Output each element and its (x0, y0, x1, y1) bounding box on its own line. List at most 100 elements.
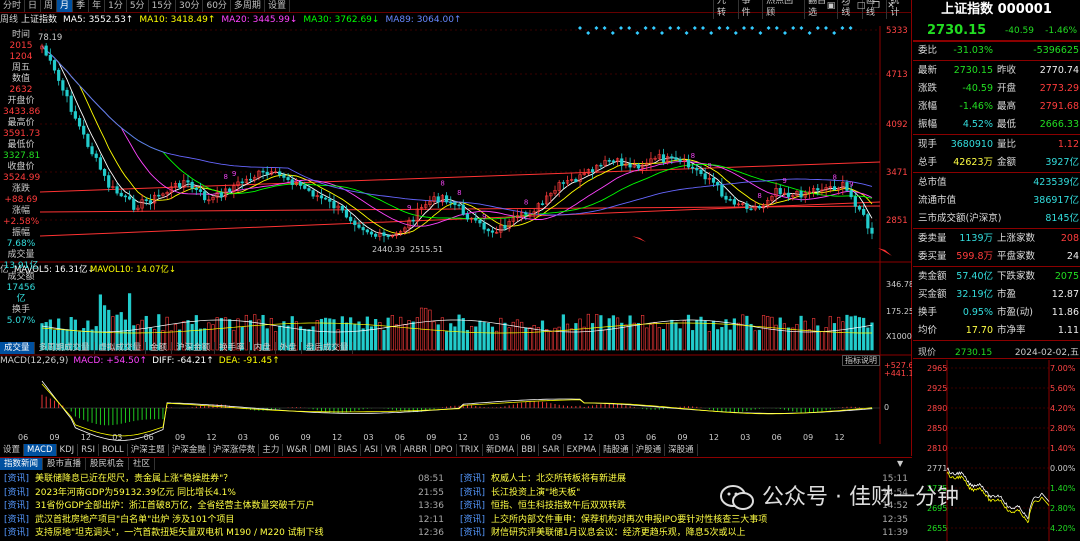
volume-bar (657, 327, 661, 351)
bottom-tab-6[interactable]: 沪深金融 (169, 444, 210, 456)
mini-pct-tick: 1.40% (1050, 444, 1076, 453)
period-tab-3[interactable]: 月 (57, 0, 74, 12)
volume-bar (357, 321, 361, 351)
period-tab-5[interactable]: 年 (89, 0, 106, 12)
indicator-tab-1[interactable]: 多周期成交量 (35, 342, 95, 354)
quote-value-2: 3927亿 (1045, 157, 1079, 168)
period-tab-11[interactable]: 多周期 (231, 0, 265, 12)
bottom-tab-1[interactable]: MACD (24, 444, 57, 456)
bottom-tab-2[interactable]: KDJ (57, 444, 79, 456)
news-tab-0[interactable]: 指数新闻 (0, 458, 44, 470)
candle-body (361, 227, 365, 231)
bottom-tab-7[interactable]: 沪深涨停数 (210, 444, 260, 456)
collapse-icon[interactable]: ▼ (897, 459, 907, 469)
news-item[interactable]: [资讯] 2023年河南GDP为59132.39亿元 同比增长4.1% 21:55 (4, 487, 444, 499)
bottom-tab-23[interactable]: 深股通 (665, 444, 698, 456)
indicator-tab-0[interactable]: 成交量 (0, 342, 35, 354)
bottom-tab-0[interactable]: 设置 (0, 444, 25, 456)
bottom-tab-11[interactable]: BIAS (335, 444, 362, 456)
indicator-tab-3[interactable]: 金额 (146, 342, 173, 354)
period-tab-9[interactable]: 30分 (176, 0, 204, 12)
menu-icon[interactable]: ▣ (825, 1, 837, 12)
bottom-tab-19[interactable]: SAR (539, 444, 564, 456)
close-icon[interactable]: ✕ (885, 1, 897, 12)
info-label: 成交额 (7, 272, 35, 282)
period-tab-10[interactable]: 60分 (203, 0, 231, 12)
bottom-tab-20[interactable]: EXPMA (564, 444, 601, 456)
news-tab-1[interactable]: 股市直播 (43, 458, 87, 470)
indicator-tab-2[interactable]: 虚拟成交量 (95, 342, 147, 354)
info-value: 3524.99 (3, 173, 41, 183)
news-item[interactable]: [资讯] 美联储降息已近在咫尺，贵金属上涨"稳操胜券"？ 08:51 (4, 473, 444, 485)
candlestick-chart[interactable]: 5333 4713 4092 3471 2851 78.19 2440.39 2515.… (0, 26, 912, 444)
indicator-tab-6[interactable]: 内盘 (250, 342, 276, 354)
volume-bar (736, 322, 741, 351)
indicator-tab-7[interactable]: 外盘 (276, 342, 302, 354)
candle-body (453, 202, 457, 206)
volume-bar (432, 321, 436, 351)
news-item[interactable]: [资讯] 武汉首批房地产项目"白名单"出炉 涉及101个项目 12:11 (4, 514, 444, 526)
period-tab-2[interactable]: 周 (41, 0, 58, 12)
news-item[interactable]: [资讯] 31省份GDP全部出炉：浙江首破8万亿，全省经营主体数量突破千万户 13:… (4, 500, 444, 512)
quote-row: 卖金额 57.40亿 下跌家数 2075 (913, 268, 1080, 286)
signal-dot (717, 26, 722, 30)
news-item[interactable]: [资讯] 财信研究评美联储1月议息会议：经济更趋乐观，降息5次或以上 11:39 (460, 527, 908, 539)
news-tab-3[interactable]: 社区 (129, 458, 156, 470)
minimize-icon[interactable]: ─ (840, 1, 852, 12)
bottom-tab-8[interactable]: 主力 (259, 444, 284, 456)
news-time: 12:11 (418, 514, 444, 525)
volume-bar (444, 331, 449, 351)
volume-bar (749, 323, 753, 351)
bottom-tab-18[interactable]: BBI (518, 444, 540, 456)
time-tick: 03 (363, 433, 373, 442)
quote-label-2: 市净率 (997, 325, 1026, 336)
period-tab-7[interactable]: 5分 (127, 0, 149, 12)
period-tab-8[interactable]: 15分 (149, 0, 177, 12)
maximize-icon[interactable]: □ (855, 1, 867, 12)
bottom-tab-9[interactable]: W&R (283, 444, 312, 456)
volume-bar (582, 326, 586, 351)
tool-2[interactable]: 热点回顾 (762, 0, 804, 19)
period-tab-0[interactable]: 分时 (0, 0, 26, 12)
tool-1[interactable]: 事件 (737, 0, 763, 19)
news-tab-2[interactable]: 股民机会 (86, 458, 130, 470)
bottom-tab-21[interactable]: 陆股通 (600, 444, 633, 456)
indicator-tab-4[interactable]: 沪深金额 (172, 342, 216, 354)
diff-line (41, 380, 873, 441)
restore-icon[interactable]: ❐ (870, 1, 882, 12)
bottom-tab-15[interactable]: DPO (431, 444, 457, 456)
time-tick: 06 (520, 433, 530, 442)
bottom-tab-4[interactable]: BOLL (99, 444, 128, 456)
time-tick: 03 (615, 433, 625, 442)
quote-label: 委比 (918, 45, 938, 56)
bottom-tab-16[interactable]: TRIX (457, 444, 483, 456)
indicator-tab-8[interactable]: 盘后成交量 (302, 342, 354, 354)
bottom-tab-5[interactable]: 沪深主题 (128, 444, 169, 456)
news-item[interactable]: [资讯] 支持原地"坦克调头"，一汽首款扭矩矢量双电机 M190 / M220 试… (4, 527, 444, 539)
bottom-tab-14[interactable]: ARBR (401, 444, 432, 456)
quote-value: 1139万 (959, 233, 993, 244)
period-tab-1[interactable]: 日 (25, 0, 42, 12)
tool-0[interactable]: 九转 (713, 0, 738, 19)
volume-bar (482, 321, 486, 351)
bottom-tab-12[interactable]: ASI (361, 444, 382, 456)
signal-dot (733, 31, 738, 35)
indicator-tab-5[interactable]: 换手率 (215, 342, 250, 354)
indicator-help-button[interactable]: 指标说明 (842, 355, 880, 366)
candle-body (265, 171, 269, 175)
bottom-tab-3[interactable]: RSI (78, 444, 99, 456)
bottom-tab-10[interactable]: DMI (311, 444, 335, 456)
period-tab-12[interactable]: 设置 (265, 0, 290, 12)
bottom-tab-17[interactable]: 新DMA (483, 444, 519, 456)
quote-row: 买金额 32.19亿 市盈 12.87 (913, 286, 1080, 304)
candle-body (724, 195, 728, 200)
quote-row: 涨跌 -40.59 开盘 2773.29 (913, 80, 1080, 98)
period-tab-4[interactable]: 季 (73, 0, 90, 12)
mini-pct-tick: 0.00% (1050, 464, 1076, 473)
bottom-tab-22[interactable]: 沪股通 (633, 444, 666, 456)
candle-body (248, 178, 253, 181)
bottom-tab-13[interactable]: VR (382, 444, 401, 456)
mini-pct-tick: 4.20% (1050, 524, 1076, 533)
volume-bar (824, 327, 828, 351)
period-tab-6[interactable]: 1分 (105, 0, 127, 12)
